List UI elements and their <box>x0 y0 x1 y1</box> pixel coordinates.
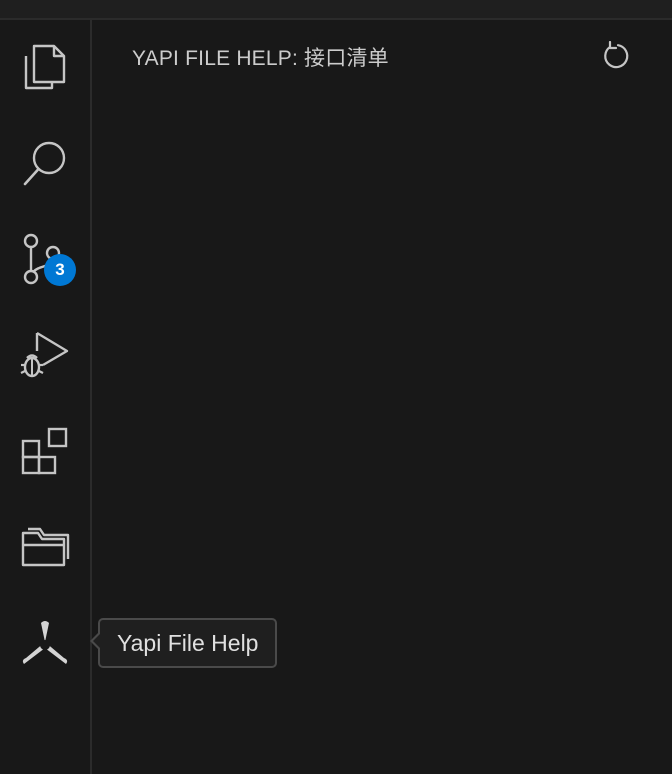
source-control-badge: 3 <box>44 254 76 286</box>
sidebar-header: YAPI FILE HELP: 接口清单 <box>92 20 672 90</box>
activity-yapi-file-help-button[interactable] <box>0 598 90 688</box>
refresh-button[interactable] <box>600 40 632 72</box>
yapi-logo-icon <box>22 621 68 664</box>
debug-alt-icon <box>20 331 69 378</box>
sidebar-title: YAPI FILE HELP: 接口清单 <box>132 47 389 70</box>
tooltip-arrow-inner <box>93 634 100 648</box>
activity-source-control-button[interactable]: 3 <box>0 214 90 304</box>
activity-explorer-button[interactable] <box>0 22 90 112</box>
files-icon <box>24 44 66 90</box>
vscode-window: 3 YAPI FILE HELP: 接口清单 Yapi File Help <box>0 0 672 774</box>
extensions-icon <box>21 427 68 475</box>
title-bar <box>0 0 672 20</box>
search-icon <box>23 141 66 186</box>
activity-run-debug-button[interactable] <box>0 310 90 400</box>
activity-folders-button[interactable] <box>0 502 90 592</box>
refresh-icon <box>604 41 629 69</box>
folders-icon <box>21 527 70 567</box>
tooltip-yapi-file-help: Yapi File Help <box>98 618 278 668</box>
activity-bar: 3 <box>0 20 92 774</box>
activity-search-button[interactable] <box>0 118 90 208</box>
activity-extensions-button[interactable] <box>0 406 90 496</box>
